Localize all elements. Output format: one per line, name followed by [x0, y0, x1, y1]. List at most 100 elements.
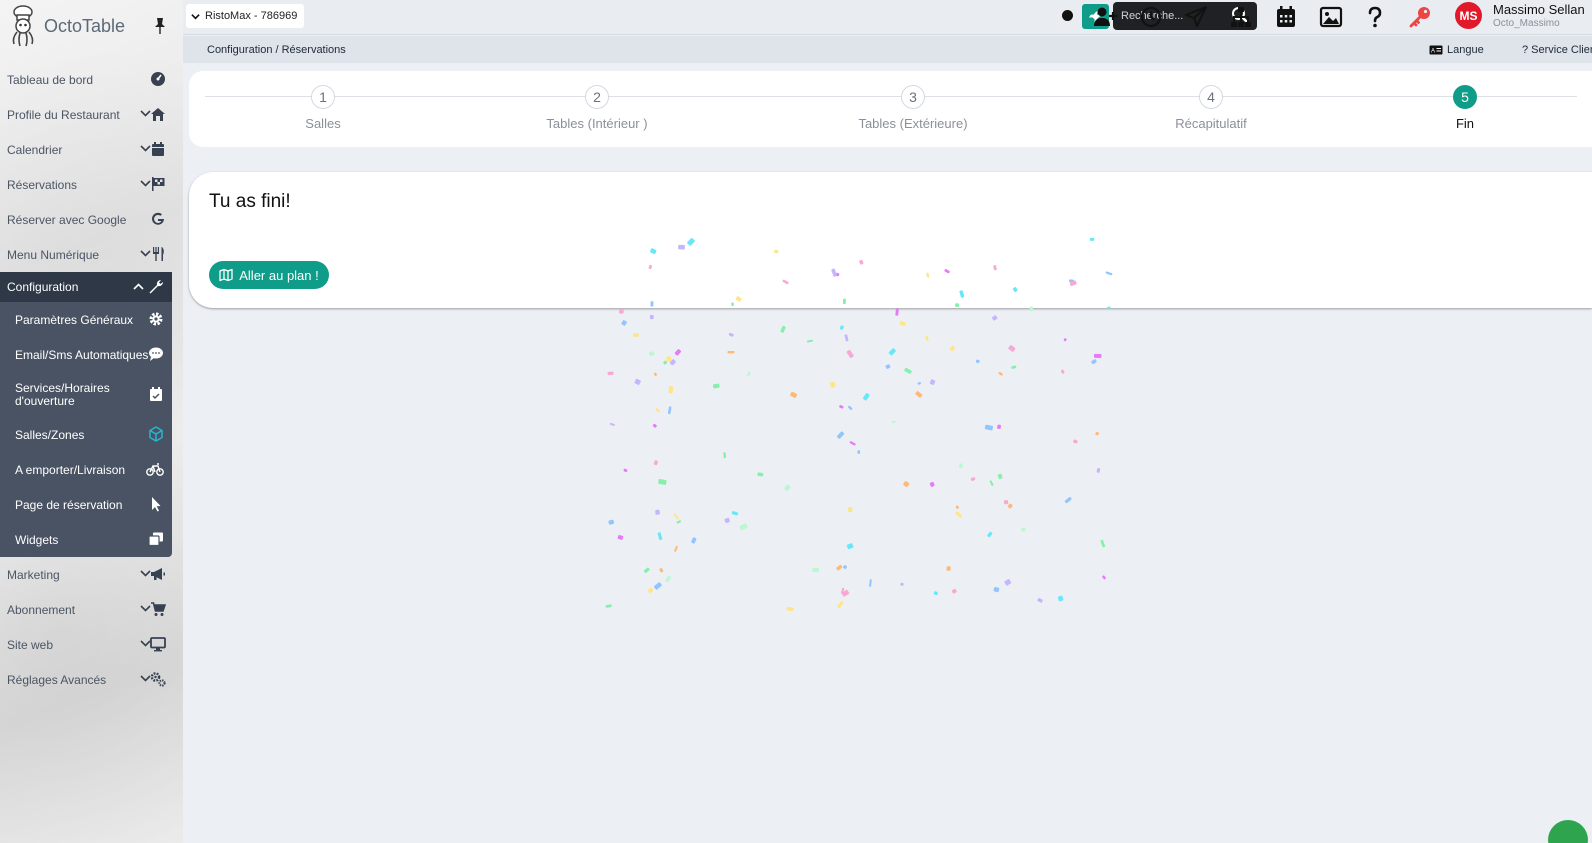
confetti-piece	[786, 606, 794, 612]
confetti-piece	[829, 381, 836, 388]
sidebar-item-configuration[interactable]: Configuration	[0, 272, 172, 302]
utensils-icon	[153, 247, 164, 261]
sidebar-item-emporter-livraison[interactable]: A emporter/Livraison	[0, 452, 172, 487]
add-user-icon[interactable]	[1093, 5, 1117, 29]
confetti-piece	[839, 405, 844, 409]
sidebar-item-label: Réserver avec Google	[7, 212, 127, 227]
sitemap-icon[interactable]	[1229, 5, 1253, 29]
confetti-piece	[790, 391, 798, 398]
confetti-piece	[609, 422, 615, 426]
language-icon: A	[1429, 45, 1443, 55]
sidebar-item-label: Abonnement	[7, 602, 76, 617]
finish-card: Tu as fini! Aller au plan !	[189, 172, 1592, 308]
octotable-logo-icon	[12, 5, 34, 47]
finish-title: Tu as fini!	[209, 191, 291, 212]
sidebar-item-reserver-google[interactable]: Réserver avec Google	[0, 202, 183, 237]
app-name: OctoTable	[44, 15, 126, 36]
sidebar-item-tableau-de-bord[interactable]: Tableau de bord	[0, 62, 183, 97]
confetti-piece	[747, 371, 751, 377]
confetti-piece	[837, 601, 844, 609]
sidebar-item-parametres-generaux[interactable]: Paramètres Généraux	[0, 302, 172, 337]
confetti-piece	[676, 520, 681, 524]
step-3[interactable]: 3 Tables (Extérieure)	[813, 85, 1013, 131]
key-icon[interactable]	[1408, 5, 1432, 29]
confetti-piece	[728, 332, 734, 337]
confetti-piece	[925, 335, 929, 341]
sidebar-item-reservations[interactable]: Réservations	[0, 167, 183, 202]
sidebar-item-widgets[interactable]: Widgets	[0, 522, 172, 557]
user-handle: Octo_Massimo	[1493, 18, 1560, 29]
confetti-piece	[1011, 365, 1017, 369]
pin-icon[interactable]	[153, 17, 167, 35]
sidebar-item-reglages-avances[interactable]: Réglages Avancés	[0, 662, 183, 697]
confetti-piece	[727, 351, 735, 354]
sidebar-item-label: Salles/Zones	[15, 427, 85, 442]
confetti-piece	[857, 450, 861, 454]
confetti-piece	[643, 567, 650, 573]
calendar-check-icon	[150, 387, 162, 401]
confetti-piece	[607, 371, 614, 376]
sidebar-item-page-reservation[interactable]: Page de réservation	[0, 487, 172, 522]
step-2[interactable]: 2 Tables (Intérieur )	[497, 85, 697, 131]
confetti-piece	[731, 511, 739, 516]
chat-bubble-button[interactable]	[1548, 820, 1588, 843]
language-button[interactable]: A Langue	[1429, 44, 1484, 56]
confetti-piece	[895, 308, 899, 316]
confetti-piece	[949, 345, 956, 352]
confetti-piece	[653, 460, 659, 466]
confetti-piece	[899, 321, 906, 327]
help-icon[interactable]	[1363, 5, 1387, 29]
sidebar-item-email-sms[interactable]: Email/Sms Automatiques	[0, 337, 172, 372]
confetti-piece	[757, 472, 764, 477]
confetti-piece	[739, 523, 748, 531]
megaphone-icon	[151, 568, 165, 580]
step-number: 5	[1453, 85, 1477, 109]
sidebar-item-profile-restaurant[interactable]: Profile du Restaurant	[0, 97, 183, 132]
images-icon[interactable]	[1319, 5, 1343, 29]
confetti-piece	[915, 391, 923, 398]
sidebar-group-configuration: Configuration Paramètres Généraux Email/…	[0, 272, 172, 557]
sidebar-item-site-web[interactable]: Site web	[0, 627, 183, 662]
step-4[interactable]: 4 Récapitulatif	[1111, 85, 1311, 131]
confetti-piece	[1100, 539, 1106, 548]
step-number: 1	[311, 85, 335, 109]
step-1[interactable]: 1 Salles	[223, 85, 423, 131]
confetti-piece	[917, 381, 921, 385]
avatar[interactable]: MS	[1455, 2, 1482, 29]
sidebar-item-marketing[interactable]: Marketing	[0, 557, 183, 592]
confetti-piece	[724, 517, 730, 524]
confetti-piece	[1037, 598, 1043, 603]
confetti-piece	[633, 332, 639, 338]
confetti-piece	[844, 334, 849, 342]
map-icon	[219, 268, 233, 282]
sidebar: OctoTable Tableau de bord Profile du Res…	[0, 0, 183, 843]
sidebar-item-salles-zones[interactable]: Salles/Zones	[0, 417, 172, 452]
restaurant-select[interactable]: RistoMax - 786969	[186, 4, 304, 28]
service-client-link[interactable]: ? Service Client	[1522, 44, 1592, 56]
confetti-piece	[951, 588, 957, 594]
search-input[interactable]	[1121, 8, 1225, 24]
sidebar-item-calendrier[interactable]: Calendrier	[0, 132, 183, 167]
confetti-piece	[933, 591, 938, 596]
confetti-piece	[1093, 353, 1102, 359]
calendar-icon[interactable]	[1274, 5, 1298, 29]
step-5[interactable]: 5 Fin	[1365, 85, 1565, 131]
gears-icon	[150, 672, 166, 687]
clock-icon[interactable]	[1139, 5, 1163, 29]
confetti-piece	[1007, 503, 1013, 509]
confetti-piece	[657, 532, 663, 541]
sidebar-item-menu-numerique[interactable]: Menu Numérique	[0, 237, 183, 272]
confetti-piece	[849, 441, 856, 446]
paper-plane-icon[interactable]	[1184, 5, 1208, 29]
step-label: Fin	[1455, 116, 1475, 131]
user-name[interactable]: Massimo Sellan	[1493, 2, 1585, 17]
step-label: Tables (Intérieur )	[546, 116, 648, 131]
sidebar-item-abonnement[interactable]: Abonnement	[0, 592, 183, 627]
go-to-plan-button[interactable]: Aller au plan !	[209, 261, 329, 289]
confetti-piece	[885, 364, 891, 369]
step-number: 4	[1199, 85, 1223, 109]
confetti-piece	[654, 582, 662, 590]
confetti-piece	[723, 452, 727, 459]
sidebar-item-services-horaires[interactable]: Services/Horaires d'ouverture	[0, 372, 172, 417]
confetti-piece	[655, 408, 660, 413]
